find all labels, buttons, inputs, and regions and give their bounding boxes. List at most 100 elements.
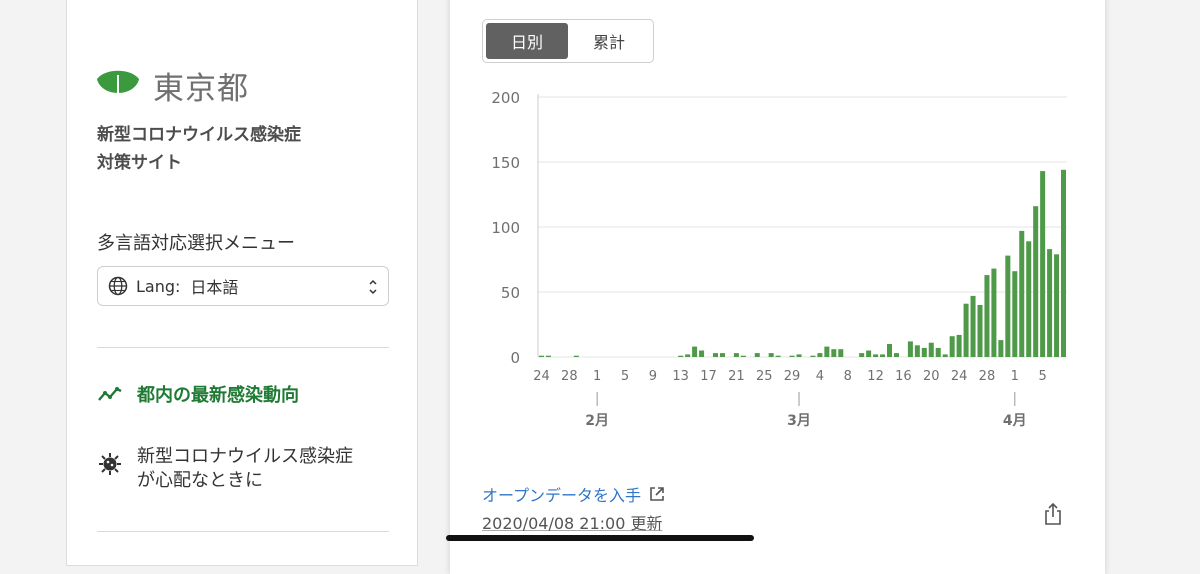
bar-3/10 [859,353,865,357]
toggle-cumulative-button[interactable]: 累計 [568,23,650,59]
bar-3/5 [824,346,830,357]
bar-2/22 [740,355,746,357]
open-data-link[interactable]: オープンデータを入手 [482,482,665,506]
language-select[interactable]: Lang: 日本語 [97,266,389,306]
virus-icon [99,453,121,475]
logo-text: 東京都 [153,71,249,107]
bar-3/23 [949,336,955,357]
ginkgo-leaf-icon [97,70,139,105]
month-label: 4月 [1003,413,1027,429]
external-link-icon [650,487,664,501]
x-tick-label: 8 [844,369,852,384]
bar-3/12 [873,354,879,357]
bar-3/22 [942,354,948,357]
bar-2/16 [699,350,705,357]
bar-2/18 [712,353,718,357]
bar-3/14 [887,344,893,357]
x-tick-label: 5 [1038,369,1046,384]
x-tick-label: 1 [1011,369,1019,384]
bar-1/29 [573,355,579,357]
x-tick-label: 1 [593,369,601,384]
bar-4/3 [1026,241,1032,357]
toggle-daily-button[interactable]: 日別 [486,23,568,59]
divider [97,347,389,348]
bar-2/21 [733,353,739,357]
tokyo-logo[interactable]: 東京都 [97,63,249,108]
x-tick-label: 9 [649,369,657,384]
divider [97,531,389,532]
bar-2/26 [768,353,774,357]
bar-4/7 [1054,254,1060,357]
last-updated: 2020/04/08 21:00 更新 [482,514,663,533]
y-tick-label: 0 [510,349,520,367]
share-icon[interactable] [1043,502,1063,526]
month-label: 3月 [787,413,811,429]
trend-line-icon [98,387,122,401]
bar-4/5 [1040,171,1046,357]
language-value: 日本語 [190,278,239,297]
x-tick-label: 28 [979,369,996,384]
bar-3/3 [810,355,816,357]
daily-cases-bar-chart: 0 50 100 150 200 24 28 1 5 9 13 17 21 25 29 4 8 12 16 20 24 2… [491,89,1067,429]
x-tick-label: 5 [621,369,629,384]
chart-mode-toggle[interactable]: 日別 累計 [482,19,654,63]
bar-2/13 [678,355,684,357]
x-tick-label: 25 [756,369,773,384]
site-title[interactable]: 新型コロナウイルス感染症 対策サイト [97,121,301,177]
bar-3/13 [880,354,886,357]
nav-item-when-worried-line1: 新型コロナウイルス感染症 [137,446,353,467]
bar-3/28 [984,275,990,357]
bar-3/11 [866,350,872,357]
bar-4/2 [1019,230,1025,357]
x-tick-label: 20 [923,369,940,384]
bar-3/20 [928,342,934,357]
bar-2/15 [692,346,698,357]
chart-card: 0 50 100 150 200 24 28 1 5 9 13 17 21 25 29 4 8 12 16 20 24 2… [450,0,1105,574]
bar-3/24 [956,334,962,357]
nav-item-latest-trends-label: 都内の最新感染動向 [137,385,299,406]
bar-2/24 [754,353,760,357]
select-chevron-icon [369,279,377,295]
x-tick-label: 13 [672,369,689,384]
bar-4/8 [1061,169,1067,357]
globe-icon [108,276,128,296]
bar-3/29 [991,268,997,357]
month-label: 2月 [585,413,609,429]
home-indicator [446,535,754,541]
bar-3/30 [998,340,1004,357]
sidebar: 東京都 新型コロナウイルス感染症 対策サイト 多言語対応選択メニュー Lang:… [66,0,418,566]
bar-4/4 [1033,206,1039,357]
x-tick-label: 24 [533,369,550,384]
language-menu-title: 多言語対応選択メニュー [97,233,295,254]
nav-item-when-worried-line2: が心配なときに [137,470,263,491]
bar-3/21 [935,347,941,357]
bar-3/26 [970,295,976,357]
y-tick-label: 50 [501,284,520,302]
bar-2/27 [775,355,781,357]
x-tick-label: 28 [561,369,578,384]
bar-4/6 [1047,249,1053,357]
bar-3/4 [817,353,823,357]
bar-3/25 [963,303,969,357]
x-tick-label: 4 [816,369,824,384]
y-tick-label: 100 [491,219,520,237]
site-title-line1: 新型コロナウイルス感染症 [97,125,301,145]
bar-3/17 [907,341,913,357]
bar-2/14 [685,354,691,357]
site-title-line2: 対策サイト [97,153,182,173]
bar-3/15 [893,353,899,357]
open-data-link-label: オープンデータを入手 [482,486,642,505]
nav-item-when-worried[interactable]: 新型コロナウイルス感染症 が心配なときに [97,445,353,493]
x-tick-label: 21 [728,369,745,384]
bar-1/25 [545,355,551,357]
x-tick-label: 17 [700,369,717,384]
bar-3/31 [1005,255,1011,357]
language-label: Lang: [136,276,181,296]
bar-3/6 [831,349,837,357]
bar-2/19 [719,353,725,357]
bar-3/19 [921,347,927,357]
bar-1/24 [538,355,544,357]
nav-item-latest-trends[interactable]: 都内の最新感染動向 [97,381,299,407]
y-tick-label: 150 [491,154,520,172]
x-tick-label: 24 [951,369,968,384]
